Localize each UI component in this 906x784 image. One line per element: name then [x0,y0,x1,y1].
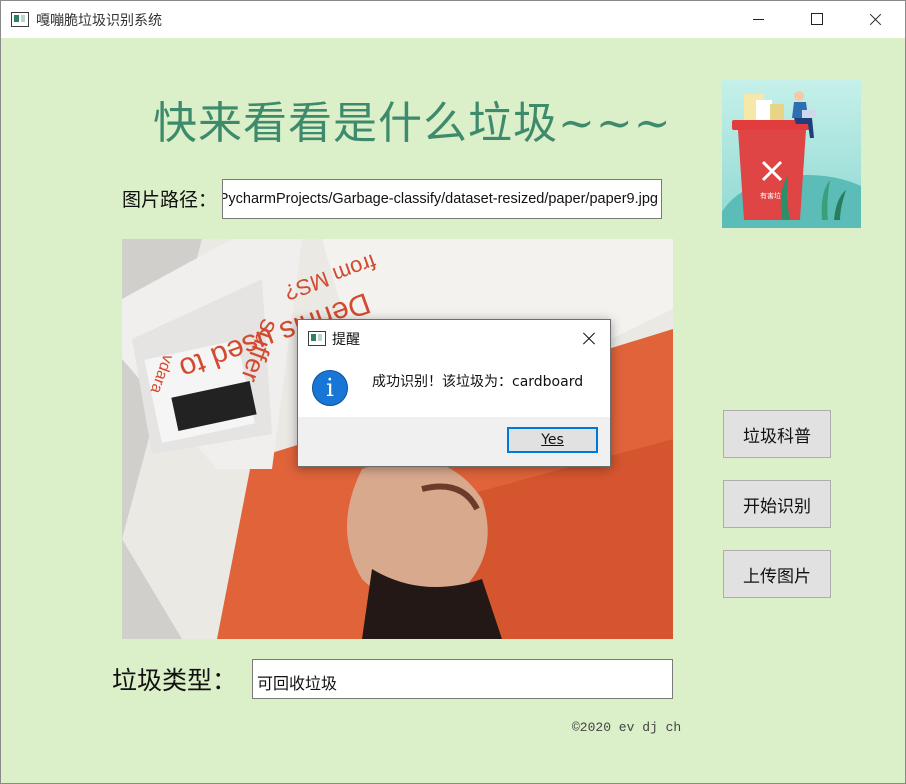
window-title: 嘎嘣脆垃圾识别系统 [36,13,162,29]
minimize-button[interactable] [729,1,787,38]
copyright-text: ©2020 ev dj ch [572,720,682,735]
dialog-title-bar[interactable]: 提醒 [298,320,610,357]
garbage-type-field[interactable]: 可回收垃圾 [252,659,673,699]
app-icon [11,12,29,27]
garbage-bin-logo: 有害垃圾 [722,80,861,228]
maximize-button[interactable] [787,1,845,38]
message-dialog: 提醒 i 成功识别！该垃圾为：cardboard Yes [297,319,611,467]
start-identify-button[interactable]: 开始识别 [723,480,831,528]
close-button[interactable] [845,1,903,38]
dialog-app-icon [308,331,326,346]
upload-image-button[interactable]: 上传图片 [723,550,831,598]
image-path-label: 图片路径： [122,189,218,211]
dialog-title: 提醒 [332,332,360,348]
dialog-close-button[interactable] [574,324,604,352]
image-path-value: /PycharmProjects/Garbage-classify/datase… [222,191,658,207]
title-bar[interactable]: 嘎嘣脆垃圾识别系统 [1,1,905,38]
page-headline: 快来看看是什么垃圾~~~ [153,98,672,149]
garbage-type-label: 垃圾类型： [112,666,238,695]
garbage-science-button[interactable]: 垃圾科普 [723,410,831,458]
image-path-field[interactable]: /PycharmProjects/Garbage-classify/datase… [222,179,662,219]
garbage-type-value: 可回收垃圾 [257,674,338,693]
app-window: 嘎嘣脆垃圾识别系统 快来看看是什么垃圾~~~ 图片路径： /PycharmPro… [0,0,906,784]
info-icon: i [312,370,348,406]
dialog-message: 成功识别！该垃圾为：cardboard [372,374,584,390]
yes-button[interactable]: Yes [507,427,598,453]
dialog-body: i 成功识别！该垃圾为：cardboard [298,357,610,417]
